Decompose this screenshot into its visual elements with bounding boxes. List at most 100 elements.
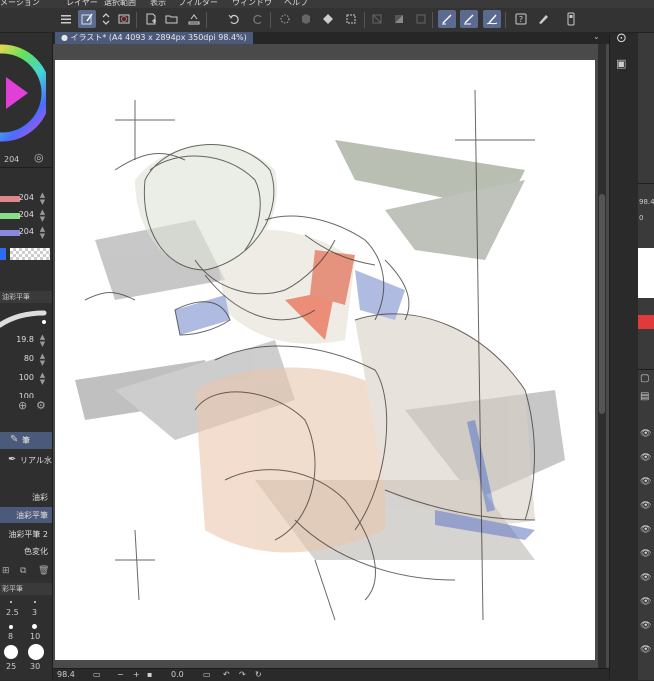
blue-spinner-icon[interactable]: ▲ ▼	[39, 226, 46, 240]
navigator-zoom-value[interactable]: 98.4	[639, 198, 654, 206]
canvas-area[interactable]	[53, 44, 609, 668]
layer-visibility-eye-icon[interactable]: 👁	[640, 573, 651, 583]
brush-size-preset[interactable]: 30	[30, 662, 40, 671]
brush-list-item[interactable]: 油彩	[0, 489, 52, 505]
redo-icon[interactable]	[249, 10, 267, 28]
red-value[interactable]: 204	[19, 193, 34, 202]
brush-list-item[interactable]: 色変化	[0, 543, 52, 559]
layer-visibility-eye-icon[interactable]: 👁	[640, 621, 651, 631]
add-brush-icon[interactable]: ⊞	[2, 566, 10, 576]
brush-size-spinner-icon[interactable]: ▲ ▼	[39, 334, 46, 348]
rotation-slider-icon[interactable]: ▭	[203, 670, 211, 679]
menu-view[interactable]: 表示	[150, 0, 166, 8]
layer-panel-icon[interactable]: ▢	[640, 373, 649, 384]
zoom-value[interactable]: 98.4	[57, 670, 75, 679]
menu-icon[interactable]	[57, 10, 75, 28]
layer-visibility-eye-icon[interactable]: 👁	[640, 597, 651, 607]
brush-reset-icon[interactable]: ⊕	[18, 399, 27, 412]
brush-size-row[interactable]: 19.8 ▲ ▼	[0, 333, 52, 349]
color-mode-icon[interactable]: ◎	[34, 151, 44, 164]
brush-opacity-row[interactable]: 100 ▲ ▼	[0, 371, 52, 387]
menu-selection[interactable]: 選択範囲	[104, 0, 136, 8]
brush-density-value[interactable]: 80	[24, 354, 34, 363]
red-spinner-icon[interactable]: ▲ ▼	[39, 192, 46, 206]
delete-brush-icon[interactable]: 🗑	[38, 566, 49, 576]
navigator-preview[interactable]	[638, 248, 654, 298]
green-spinner-icon[interactable]: ▲ ▼	[39, 209, 46, 223]
brush-size-preset[interactable]: 25	[6, 662, 16, 671]
brush-size-preset[interactable]: 2.5	[6, 608, 19, 617]
menu-layer[interactable]: レイヤー	[66, 0, 98, 8]
green-value[interactable]: 204	[19, 210, 34, 219]
layer-color-swatch[interactable]	[638, 315, 654, 329]
color-wheel[interactable]	[0, 37, 46, 145]
navigator-icon[interactable]: ⊙	[616, 31, 627, 46]
blue-value[interactable]: 204	[19, 227, 34, 236]
rotate-left-icon[interactable]: ↶	[223, 670, 230, 679]
artwork-canvas[interactable]	[55, 60, 595, 660]
main-color-swatch[interactable]	[0, 248, 6, 260]
chevron-down-icon[interactable]: ⌄	[593, 32, 600, 41]
brush-next-row[interactable]: 100	[0, 390, 52, 398]
reset-rotation-icon[interactable]: ↻	[255, 670, 262, 679]
zoom-slider-icon[interactable]: ▭	[93, 670, 101, 679]
invert-icon[interactable]	[390, 10, 408, 28]
fill-icon[interactable]	[297, 10, 315, 28]
vertical-scroll-thumb[interactable]	[599, 194, 605, 414]
layer-visibility-eye-icon[interactable]: 👁	[640, 645, 651, 655]
brush-next-value[interactable]: 100	[19, 392, 34, 398]
pen-pressure-icon[interactable]	[483, 10, 501, 28]
sub-tool-item-real-water[interactable]: ✒ リアル水	[0, 452, 52, 469]
sub-tool-item-brush[interactable]: ✎ 筆	[0, 432, 52, 449]
layer-visibility-eye-icon[interactable]: 👁	[640, 453, 651, 463]
copy-brush-icon[interactable]: ⧉	[20, 566, 26, 576]
brush-opacity-value[interactable]: 100	[19, 373, 34, 382]
rotate-right-icon[interactable]: ↷	[239, 670, 246, 679]
menu-window[interactable]: ウィンドウ	[232, 0, 272, 8]
brush-density-row[interactable]: 80 ▲ ▼	[0, 352, 52, 368]
pen-stabilizer-icon[interactable]	[460, 10, 478, 28]
layer-visibility-eye-icon[interactable]: 👁	[640, 477, 651, 487]
document-tab[interactable]: ● イラスト* (A4 4093 x 2894px 350dpi 98.4%)	[55, 32, 253, 44]
brush-settings-icon[interactable]: ⚙	[36, 399, 46, 412]
save-icon[interactable]	[185, 10, 203, 28]
zoom-out-icon[interactable]: −	[117, 670, 124, 679]
brush-opacity-spinner-icon[interactable]: ▲ ▼	[39, 372, 46, 386]
brush-size-preset[interactable]: 8	[8, 632, 13, 641]
menu-help[interactable]: ヘルプ	[284, 0, 308, 8]
transform-icon[interactable]	[276, 10, 294, 28]
layer-visibility-eye-icon[interactable]: 👁	[640, 501, 651, 511]
transparent-swatch[interactable]	[10, 248, 50, 260]
layer-visibility-eye-icon[interactable]: 👁	[640, 525, 651, 535]
new-file-icon[interactable]	[142, 10, 160, 28]
fit-icon[interactable]: ▪	[147, 670, 152, 679]
navigator-rotation-value[interactable]: 0	[639, 214, 643, 222]
target-icon[interactable]	[115, 10, 133, 28]
bucket-icon[interactable]	[319, 10, 337, 28]
red-slider-bar[interactable]	[0, 196, 20, 202]
help-icon[interactable]: ?	[512, 10, 530, 28]
brush-size-preset[interactable]: 3	[32, 608, 37, 617]
brush-size-preset[interactable]: 10	[30, 632, 40, 641]
device-icon[interactable]	[562, 10, 580, 28]
rotation-value[interactable]: 0.0	[171, 670, 184, 679]
pen-icon[interactable]	[438, 10, 456, 28]
undo-icon[interactable]	[225, 10, 243, 28]
vertical-scrollbar[interactable]	[598, 44, 606, 668]
toggle-icon[interactable]	[97, 10, 115, 28]
frame-icon[interactable]	[412, 10, 430, 28]
zoom-in-icon[interactable]: +	[133, 670, 140, 679]
pen-settings-icon[interactable]	[534, 10, 552, 28]
blue-slider-row[interactable]: 204 ▲ ▼	[0, 225, 52, 241]
layer-visibility-eye-icon[interactable]: 👁	[640, 429, 651, 439]
red-slider-row[interactable]: 204 ▲ ▼	[0, 191, 52, 207]
brush-size-value[interactable]: 19.8	[16, 335, 34, 344]
new-canvas-icon[interactable]	[78, 10, 96, 28]
layer-property-icon[interactable]: ▣	[616, 57, 626, 70]
menu-animation[interactable]: メーション	[0, 0, 40, 8]
layer-visibility-eye-icon[interactable]: 👁	[640, 549, 651, 559]
green-slider-bar[interactable]	[0, 213, 20, 219]
menu-filter[interactable]: フィルター	[178, 0, 218, 8]
blue-slider-bar[interactable]	[0, 230, 20, 236]
layer-folder-icon[interactable]: ▤	[640, 391, 649, 402]
